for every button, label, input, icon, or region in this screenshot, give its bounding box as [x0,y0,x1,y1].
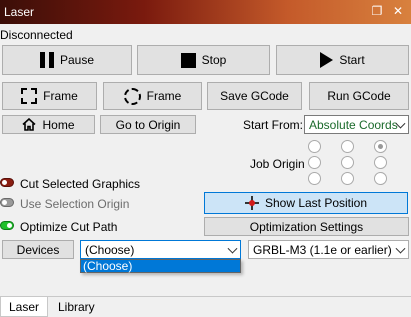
restore-window-icon[interactable]: ❐ [370,4,384,18]
job-origin-radio[interactable] [341,156,354,169]
start-from-value: Absolute Coords [309,117,398,132]
pause-label: Pause [59,53,95,67]
show-last-position-label: Show Last Position [264,196,368,210]
job-origin-radio[interactable] [308,172,321,185]
tab-library[interactable]: Library [50,297,103,317]
optimization-settings-button[interactable]: Optimization Settings [204,217,409,236]
tab-laser[interactable]: Laser [0,297,49,317]
optimize-cut-path-toggle[interactable] [0,221,14,230]
frame-circle-icon [123,87,141,105]
job-origin-radio[interactable] [341,172,354,185]
use-selection-origin-label: Use Selection Origin [20,197,130,211]
start-from-label: Start From: [243,118,304,132]
stop-button[interactable]: Stop [137,45,270,75]
job-origin-radio[interactable] [341,140,354,153]
start-button[interactable]: Start [276,45,409,75]
pause-icon [39,52,54,68]
chevron-down-icon [395,243,406,254]
job-origin-radio[interactable] [374,156,387,169]
frame-circle-button[interactable]: Frame [103,82,202,110]
firmware-select[interactable]: GRBL-M3 (1.1e or earlier) [248,240,409,259]
frame-circle-label: Frame [146,89,182,103]
start-from-select[interactable]: Absolute Coords [304,115,409,134]
use-selection-origin-toggle[interactable] [0,198,14,207]
start-label: Start [339,53,365,67]
devices-button[interactable]: Devices [2,240,74,259]
go-to-origin-button[interactable]: Go to Origin [100,115,196,134]
pause-button[interactable]: Pause [2,45,132,75]
job-origin-radio[interactable] [308,140,321,153]
device-option[interactable]: (Choose) [81,260,240,272]
connection-status: Disconnected [0,28,73,42]
home-icon [22,118,37,131]
show-last-position-button[interactable]: Show Last Position [204,192,408,214]
device-select-value: (Choose) [85,242,135,257]
device-select[interactable]: (Choose) [80,240,241,259]
crosshair-icon [244,196,259,210]
frame-rect-button[interactable]: Frame [2,82,97,110]
play-icon [320,52,334,68]
home-label: Home [42,117,75,132]
window-title: Laser [4,5,35,19]
cut-selected-label: Cut Selected Graphics [20,177,141,191]
bottom-tabs: Laser Library [0,296,411,317]
save-gcode-button[interactable]: Save GCode [207,82,302,110]
frame-rect-label: Frame [43,89,78,103]
frame-rectangle-icon [21,88,38,104]
stop-label: Stop [201,53,227,67]
home-button[interactable]: Home [2,115,95,134]
optimize-cut-path-label: Optimize Cut Path [20,220,118,234]
chevron-down-icon [227,243,238,254]
device-dropdown-list: (Choose) [80,259,241,273]
window-titlebar: Laser ❐ ✕ [0,0,411,24]
cut-selected-toggle[interactable] [0,178,14,187]
close-icon[interactable]: ✕ [391,4,405,18]
run-gcode-button[interactable]: Run GCode [309,82,409,110]
job-origin-radio[interactable] [374,140,387,153]
job-origin-radio[interactable] [308,156,321,169]
stop-icon [180,52,196,68]
job-origin-label: Job Origin [250,157,305,171]
firmware-select-value: GRBL-M3 (1.1e or earlier) [253,242,392,257]
job-origin-radio[interactable] [374,172,387,185]
